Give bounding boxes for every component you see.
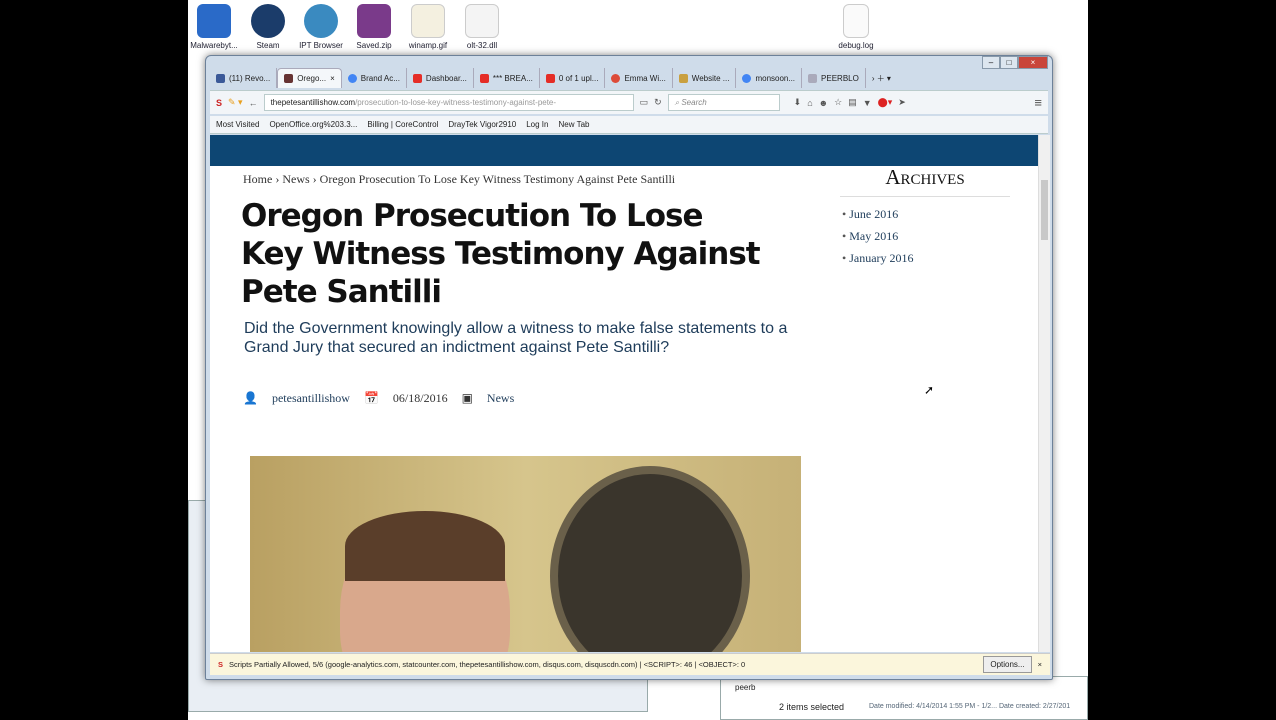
send-icon[interactable]: ➤ — [898, 97, 906, 108]
menu-icon[interactable]: ≡ — [1034, 95, 1042, 110]
tab[interactable]: *** BREA... — [474, 68, 540, 88]
desktop-icon-winamp-gif[interactable]: winamp.gif — [398, 4, 458, 50]
maximize-button[interactable]: □ — [1000, 56, 1018, 69]
reload-icon[interactable]: ↻ — [654, 97, 662, 108]
article-image — [250, 456, 801, 652]
explorer-details-pane: peerb 2 items selected Date modified: 4/… — [720, 676, 1088, 720]
close-notification-button[interactable]: × — [1038, 660, 1042, 669]
google-icon — [742, 73, 752, 83]
reader-view-icon[interactable]: ▭ — [640, 97, 649, 108]
tab[interactable]: Emma Wi... — [605, 68, 673, 88]
seal — [550, 466, 750, 652]
archive-link[interactable]: January 2016 — [842, 251, 1010, 266]
chat-icon[interactable]: ☻ — [819, 98, 828, 108]
author-link[interactable]: petesantillishow — [272, 391, 350, 406]
home-icon[interactable]: ⌂ — [807, 98, 812, 108]
bookmark-openoffice[interactable]: OpenOffice.org%203.3... — [269, 120, 357, 129]
tab[interactable]: 0 of 1 upl... — [540, 68, 606, 88]
tab[interactable]: (11) Revo... — [210, 68, 278, 88]
user-icon: 👤 — [243, 391, 258, 405]
article-meta: 👤 petesantillishow 📅 06/18/2016 ▣ News — [243, 391, 514, 406]
site-header — [210, 135, 1038, 166]
youtube-icon — [545, 73, 555, 83]
pocket-icon[interactable]: ▼ — [863, 98, 872, 108]
bookmark-draytek[interactable]: DrayTek Vigor2910 — [448, 120, 516, 129]
site-icon — [678, 73, 688, 83]
tab[interactable]: Dashboar... — [407, 68, 474, 88]
bookmarks-toolbar: Most Visited OpenOffice.org%203.3... Bil… — [210, 116, 1048, 134]
archive-link[interactable]: May 2016 — [842, 229, 1010, 244]
adblock-icon[interactable]: ⬤▾ — [878, 97, 893, 108]
archive-link[interactable]: June 2016 — [842, 207, 1010, 222]
explorer-selected-count: 2 items selected — [779, 702, 845, 712]
google-icon — [347, 73, 357, 83]
site-icon — [808, 73, 818, 83]
download-icon[interactable]: ⬇ — [794, 97, 802, 108]
tab[interactable]: monsoon... — [736, 68, 803, 88]
mouse-cursor: ➚ — [924, 383, 935, 397]
bookmark-log-in[interactable]: Log In — [526, 120, 548, 129]
clipboard-icon[interactable]: ▤ — [848, 97, 857, 108]
category-link[interactable]: News — [487, 391, 514, 406]
breadcrumb-news[interactable]: News — [282, 172, 309, 186]
search-input[interactable]: ⌕ Search — [667, 94, 780, 111]
navigation-bar: S ✎ ▾ ← thepetesantillishow.com/prosecut… — [210, 90, 1048, 114]
archives-widget: Archives June 2016 May 2016 January 2016 — [840, 165, 1010, 273]
tab[interactable]: PEERBLO — [802, 68, 866, 88]
bookmark-billing[interactable]: Billing | CoreControl — [367, 120, 438, 129]
browser-window: – □ × (11) Revo... Orego... × Brand Ac... D… — [205, 55, 1053, 680]
bookmark-most-visited[interactable]: Most Visited — [216, 120, 259, 129]
new-tab-button[interactable]: › ＋ ▾ — [866, 68, 897, 88]
options-button[interactable]: Options... — [983, 656, 1032, 673]
explorer-details: Date modified: 4/14/2014 1:55 PM - 1/2..… — [869, 703, 1071, 710]
url-bar[interactable]: thepetesantillishow.com/prosecution-to-l… — [263, 94, 634, 111]
pencil-icon[interactable]: ✎ ▾ — [228, 97, 243, 108]
facebook-icon — [216, 73, 225, 83]
google-plus-icon — [611, 73, 621, 83]
youtube-icon — [479, 73, 489, 83]
page-scrollbar[interactable] — [1038, 135, 1050, 652]
close-window-button[interactable]: × — [1018, 56, 1048, 69]
desktop-icon-saved-zip[interactable]: Saved.zip — [344, 4, 404, 50]
tab-active[interactable]: Orego... × — [277, 68, 342, 88]
desktop-icon-debug-log[interactable]: debug.log — [826, 4, 886, 50]
youtube-icon — [412, 73, 422, 83]
archive-icon: ▣ — [461, 391, 473, 405]
breadcrumb: Home › News › Oregon Prosecution To Lose… — [243, 172, 676, 186]
scrollbar-thumb[interactable] — [1041, 180, 1048, 240]
desktop-icon-dll[interactable]: olt-32.dll — [452, 4, 512, 50]
back-button[interactable]: ← — [249, 98, 258, 108]
article-subtitle: Did the Government knowingly allow a wit… — [244, 320, 788, 356]
desktop-icon-steam[interactable]: Steam — [238, 4, 298, 50]
site-icon — [284, 74, 294, 83]
desktop-icon-ipt-browser[interactable]: IPT Browser — [291, 4, 351, 50]
web-page: Home › News › Oregon Prosecution To Lose… — [210, 135, 1038, 652]
bookmark-star-icon[interactable]: ☆ — [834, 97, 842, 108]
calendar-icon: 📅 — [363, 391, 379, 405]
explorer-folder[interactable]: peerb — [735, 683, 755, 692]
tab-bar: (11) Revo... Orego... × Brand Ac... Dashb… — [210, 68, 992, 88]
bookmark-new-tab[interactable]: New Tab — [558, 120, 589, 129]
tab[interactable]: Brand Ac... — [342, 68, 407, 88]
noscript-status-text: Scripts Partially Allowed, 5/6 (google-a… — [229, 660, 746, 669]
breadcrumb-home[interactable]: Home — [243, 172, 272, 186]
noscript-icon[interactable]: S — [216, 98, 222, 108]
article-title: Oregon Prosecution To Lose Key Witness T… — [241, 198, 761, 310]
archives-title: Archives — [840, 165, 1010, 197]
breadcrumb-current: Oregon Prosecution To Lose Key Witness T… — [319, 172, 676, 186]
desktop-icon-malwarebytes[interactable]: Malwarebyt... — [184, 4, 244, 50]
post-date: 06/18/2016 — [392, 391, 448, 405]
noscript-icon: S — [218, 660, 224, 669]
close-tab-icon[interactable]: × — [330, 74, 335, 83]
noscript-notification-bar: S Scripts Partially Allowed, 5/6 (google… — [210, 653, 1050, 675]
tab[interactable]: Website ... — [673, 68, 737, 88]
